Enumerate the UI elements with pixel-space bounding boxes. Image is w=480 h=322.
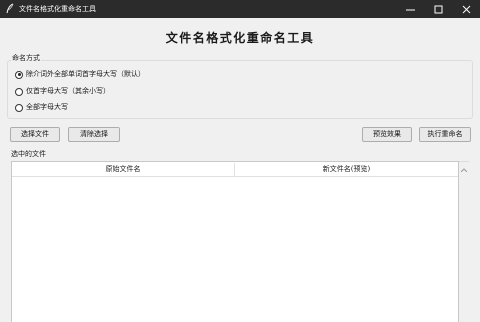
column-original-name[interactable]: 原始文件名 [12, 162, 234, 177]
radio-option-capitalize-first[interactable]: 仅首字母大写（其余小写） [15, 87, 110, 96]
page-title: 文件名格式化重命名工具 [165, 31, 315, 45]
radio-unchecked-icon [15, 87, 23, 96]
select-files-button[interactable]: 选择文件 [10, 127, 60, 142]
execute-rename-button[interactable]: 执行重命名 [419, 127, 471, 142]
close-icon [462, 5, 471, 14]
radio-option-label: 除介词外全部单词首字母大写（默认） [26, 70, 145, 78]
minimize-icon [405, 5, 415, 14]
selected-files-label: 选中的文件 [11, 150, 46, 158]
feather-icon [5, 3, 15, 14]
preview-button[interactable]: 预览效果 [362, 127, 412, 142]
column-new-name[interactable]: 新文件名(预览) [235, 162, 458, 177]
radio-option-title-case[interactable]: 除介词外全部单词首字母大写（默认） [15, 70, 145, 79]
file-table[interactable]: 原始文件名 新文件名(预览) [11, 161, 459, 322]
radio-option-uppercase[interactable]: 全部字母大写 [15, 103, 68, 112]
radio-unchecked-icon [15, 103, 23, 112]
table-header: 原始文件名 新文件名(预览) [12, 162, 458, 177]
maximize-icon [434, 5, 443, 14]
minimize-button[interactable] [396, 0, 424, 18]
vertical-scrollbar[interactable] [459, 161, 469, 322]
scroll-up-icon[interactable] [460, 166, 468, 174]
maximize-button[interactable] [424, 0, 452, 18]
title-bar: 文件名格式化重命名工具 [0, 0, 480, 18]
radio-option-label: 仅首字母大写（其余小写） [26, 87, 110, 95]
naming-mode-label: 命名方式 [11, 54, 41, 63]
radio-option-label: 全部字母大写 [26, 103, 68, 111]
close-button[interactable] [452, 0, 480, 18]
window-title: 文件名格式化重命名工具 [19, 5, 96, 13]
clear-selection-button[interactable]: 清除选择 [68, 127, 120, 142]
main-content: 文件名格式化重命名工具 命名方式 除介词外全部单词首字母大写（默认） 仅首字母大… [0, 18, 480, 322]
radio-checked-icon [15, 70, 23, 79]
